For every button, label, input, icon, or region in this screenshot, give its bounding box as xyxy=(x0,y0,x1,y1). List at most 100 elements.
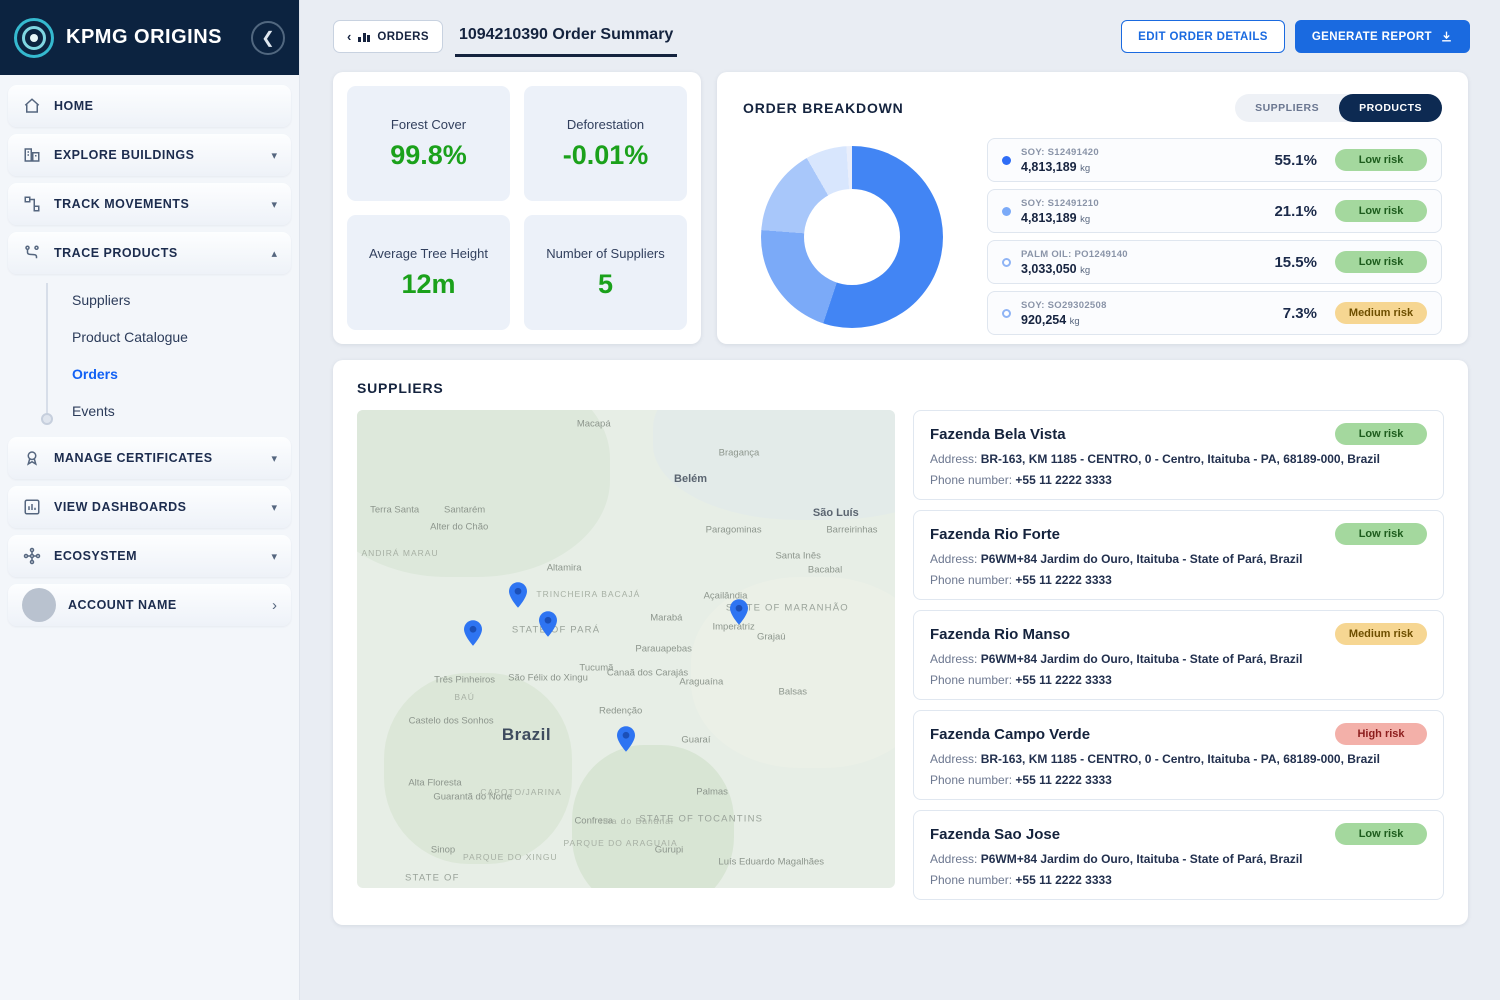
sidebar-item-manage-certificates[interactable]: MANAGE CERTIFICATES ▾ xyxy=(8,437,291,479)
generate-report-button[interactable]: GENERATE REPORT xyxy=(1295,20,1470,53)
suppliers-panel: SUPPLIERS MacapáBelémBragançaSão LuísBar… xyxy=(333,360,1468,925)
back-to-orders-button[interactable]: ‹ ORDERS xyxy=(333,20,443,53)
map-pin-icon[interactable] xyxy=(730,599,748,630)
phone-label: Phone number: xyxy=(930,773,1012,787)
map-pin-icon[interactable] xyxy=(539,611,557,642)
stat-value: 99.8% xyxy=(390,140,467,171)
map-label: Canaã dos Carajás xyxy=(607,667,688,678)
sidebar-item-product-catalogue[interactable]: Product Catalogue xyxy=(72,318,291,355)
map-label: Grajaú xyxy=(757,632,786,643)
product-percent: 7.3% xyxy=(1283,305,1317,322)
stat-value: 5 xyxy=(598,269,613,300)
map-label: Araguaína xyxy=(679,677,723,688)
map-label: Paragominas xyxy=(706,524,762,535)
address-label: Address: xyxy=(930,552,977,566)
supplier-card[interactable]: Fazenda Campo Verde High risk Address: B… xyxy=(913,710,1444,800)
sidebar-item-home[interactable]: HOME xyxy=(8,85,291,127)
address-value: BR-163, KM 1185 - CENTRO, 0 - Centro, It… xyxy=(981,452,1380,466)
map-label: Castelo dos Sonhos xyxy=(409,715,494,726)
chevron-down-icon: ▾ xyxy=(271,501,277,514)
product-label: PALM OIL: PO1249140 xyxy=(1021,249,1128,260)
sidebar-item-suppliers[interactable]: Suppliers xyxy=(72,281,291,318)
tab-suppliers[interactable]: SUPPLIERS xyxy=(1235,94,1339,122)
risk-badge: Low risk xyxy=(1335,200,1427,222)
sidebar-item-track-movements[interactable]: TRACK MOVEMENTS ▾ xyxy=(8,183,291,225)
sidebar-item-ecosystem[interactable]: ECOSYSTEM ▾ xyxy=(8,535,291,577)
address-value: BR-163, KM 1185 - CENTRO, 0 - Centro, It… xyxy=(981,752,1380,766)
product-label: SOY: S12491210 xyxy=(1021,198,1099,209)
product-row[interactable]: SOY: S12491210 4,813,189 kg 21.1% Low ri… xyxy=(987,189,1442,233)
sidebar-collapse-button[interactable]: ❮ xyxy=(251,21,285,55)
sidebar-item-view-dashboards[interactable]: VIEW DASHBOARDS ▾ xyxy=(8,486,291,528)
product-weight: 3,033,050 xyxy=(1021,262,1077,276)
risk-badge: Low risk xyxy=(1335,823,1427,845)
phone-value: +55 11 2222 3333 xyxy=(1015,873,1111,887)
map-pin-icon[interactable] xyxy=(464,620,482,651)
map-label: Belém xyxy=(674,473,707,485)
risk-badge: Low risk xyxy=(1335,251,1427,273)
product-label: SOY: SO29302508 xyxy=(1021,300,1107,311)
trace-route-icon xyxy=(22,243,42,263)
map-label: Marabá xyxy=(650,612,682,623)
map-terrain-patch xyxy=(384,673,572,864)
supplier-card[interactable]: Fazenda Sao Jose Low risk Address: P6WM+… xyxy=(913,810,1444,900)
map-terrain-patch xyxy=(653,410,895,520)
product-row[interactable]: PALM OIL: PO1249140 3,033,050 kg 15.5% L… xyxy=(987,240,1442,284)
dashboard-icon xyxy=(22,497,42,517)
sidebar-item-orders[interactable]: Orders xyxy=(72,355,291,392)
map-pin-icon[interactable] xyxy=(617,726,635,757)
series-dot-icon xyxy=(1002,156,1011,165)
supplier-card[interactable]: Fazenda Bela Vista Low risk Address: BR-… xyxy=(913,410,1444,500)
map-label: ANDIRÁ MARAU xyxy=(361,548,438,558)
address-value: P6WM+84 Jardim do Ouro, Itaituba - State… xyxy=(981,552,1303,566)
map-label: Guaraí xyxy=(681,734,710,745)
tab-products[interactable]: PRODUCTS xyxy=(1339,94,1442,122)
sidebar-item-label: EXPLORE BUILDINGS xyxy=(54,148,259,162)
map-label: Bacabal xyxy=(808,565,842,576)
page-title: 1094210390 Order Summary xyxy=(455,20,677,57)
sidebar-item-label: VIEW DASHBOARDS xyxy=(54,500,259,514)
supplier-card[interactable]: Fazenda Rio Forte Low risk Address: P6WM… xyxy=(913,510,1444,600)
sidebar-item-events[interactable]: Events xyxy=(72,392,291,429)
supplier-map[interactable]: MacapáBelémBragançaSão LuísBarreirinhasS… xyxy=(357,410,895,888)
phone-value: +55 11 2222 3333 xyxy=(1015,673,1111,687)
map-label: Redenção xyxy=(599,706,642,717)
product-row[interactable]: SOY: SO29302508 920,254 kg 7.3% Medium r… xyxy=(987,291,1442,335)
sidebar-item-account[interactable]: ACCOUNT NAME › xyxy=(8,584,291,626)
edit-order-details-button[interactable]: EDIT ORDER DETAILS xyxy=(1121,20,1285,53)
buildings-icon xyxy=(22,145,42,165)
map-label: STATE OF xyxy=(405,873,460,884)
trace-products-subnav: Suppliers Product Catalogue Orders Event… xyxy=(8,281,291,429)
risk-badge: Low risk xyxy=(1335,149,1427,171)
map-label: Santarém xyxy=(444,505,485,516)
supplier-name: Fazenda Campo Verde xyxy=(930,726,1090,743)
map-label: Brazil xyxy=(502,725,551,745)
sidebar-item-label: ACCOUNT NAME xyxy=(68,598,260,612)
map-pin-icon[interactable] xyxy=(509,582,527,613)
sidebar-item-trace-products[interactable]: TRACE PRODUCTS ▴ xyxy=(8,232,291,274)
product-percent: 15.5% xyxy=(1274,254,1317,271)
chevron-down-icon: ▾ xyxy=(271,149,277,162)
product-weight: 920,254 xyxy=(1021,313,1066,327)
series-dot-icon xyxy=(1002,309,1011,318)
ecosystem-icon xyxy=(22,546,42,566)
risk-badge: Medium risk xyxy=(1335,302,1427,324)
stat-value: -0.01% xyxy=(563,140,649,171)
phone-value: +55 11 2222 3333 xyxy=(1015,473,1111,487)
map-label: Balsas xyxy=(779,687,808,698)
supplier-card[interactable]: Fazenda Rio Manso Medium risk Address: P… xyxy=(913,610,1444,700)
tree-line xyxy=(46,283,48,419)
suppliers-title: SUPPLIERS xyxy=(357,380,1444,396)
product-row[interactable]: SOY: S12491420 4,813,189 kg 55.1% Low ri… xyxy=(987,138,1442,182)
map-label: TRINCHEIRA BACAJÁ xyxy=(536,589,640,599)
stat-number-of-suppliers: Number of Suppliers 5 xyxy=(524,215,687,330)
main-content: ‹ ORDERS 1094210390 Order Summary EDIT O… xyxy=(300,0,1500,1000)
sidebar-item-explore-buildings[interactable]: EXPLORE BUILDINGS ▾ xyxy=(8,134,291,176)
product-unit: kg xyxy=(1080,265,1090,276)
generate-report-label: GENERATE REPORT xyxy=(1312,31,1432,43)
supplier-name: Fazenda Bela Vista xyxy=(930,426,1066,443)
map-label: Altamira xyxy=(547,562,582,573)
stat-label: Forest Cover xyxy=(391,117,466,132)
donut-hole xyxy=(804,189,900,285)
stat-value: 12m xyxy=(401,269,455,300)
